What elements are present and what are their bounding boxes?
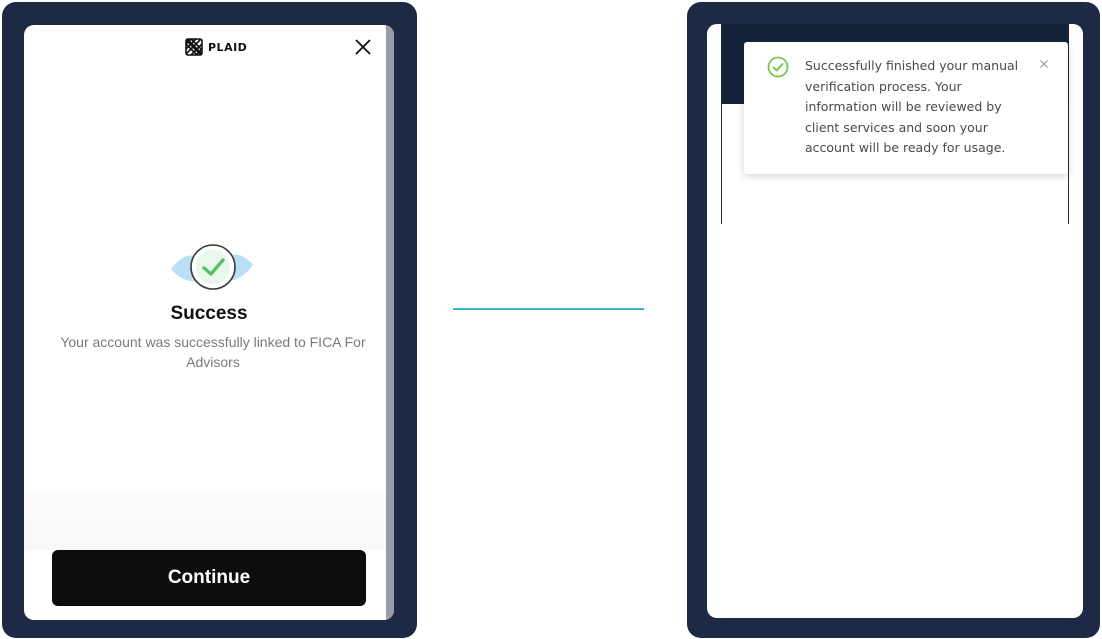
app-screen: Successfully finished your manual verifi…: [707, 24, 1083, 618]
close-button[interactable]: [353, 37, 373, 57]
close-icon: [1040, 60, 1048, 68]
success-title: Success: [170, 303, 248, 324]
plaid-link-modal: PLAID Success Your account was successfu…: [24, 25, 394, 620]
right-device-frame: Successfully finished your manual verifi…: [687, 2, 1100, 638]
left-device-frame: PLAID Success Your account was successfu…: [2, 2, 417, 638]
plaid-logo-icon: [185, 38, 203, 56]
close-icon: [355, 39, 371, 55]
footer-fade: [24, 490, 386, 550]
toast-message: Successfully finished your manual verifi…: [805, 58, 1019, 155]
flow-connector-line: [453, 308, 644, 310]
continue-button[interactable]: Continue: [52, 550, 366, 606]
success-toast: Successfully finished your manual verifi…: [744, 42, 1068, 174]
plaid-logo-text: PLAID: [208, 40, 248, 54]
toast-close-button[interactable]: [1037, 57, 1051, 71]
check-circle-icon: [767, 56, 789, 78]
check-circle-icon: [171, 244, 253, 290]
plaid-logo: PLAID: [184, 37, 247, 57]
success-description: Your account was successfully linked to …: [60, 334, 366, 370]
success-illustration: [167, 237, 257, 297]
